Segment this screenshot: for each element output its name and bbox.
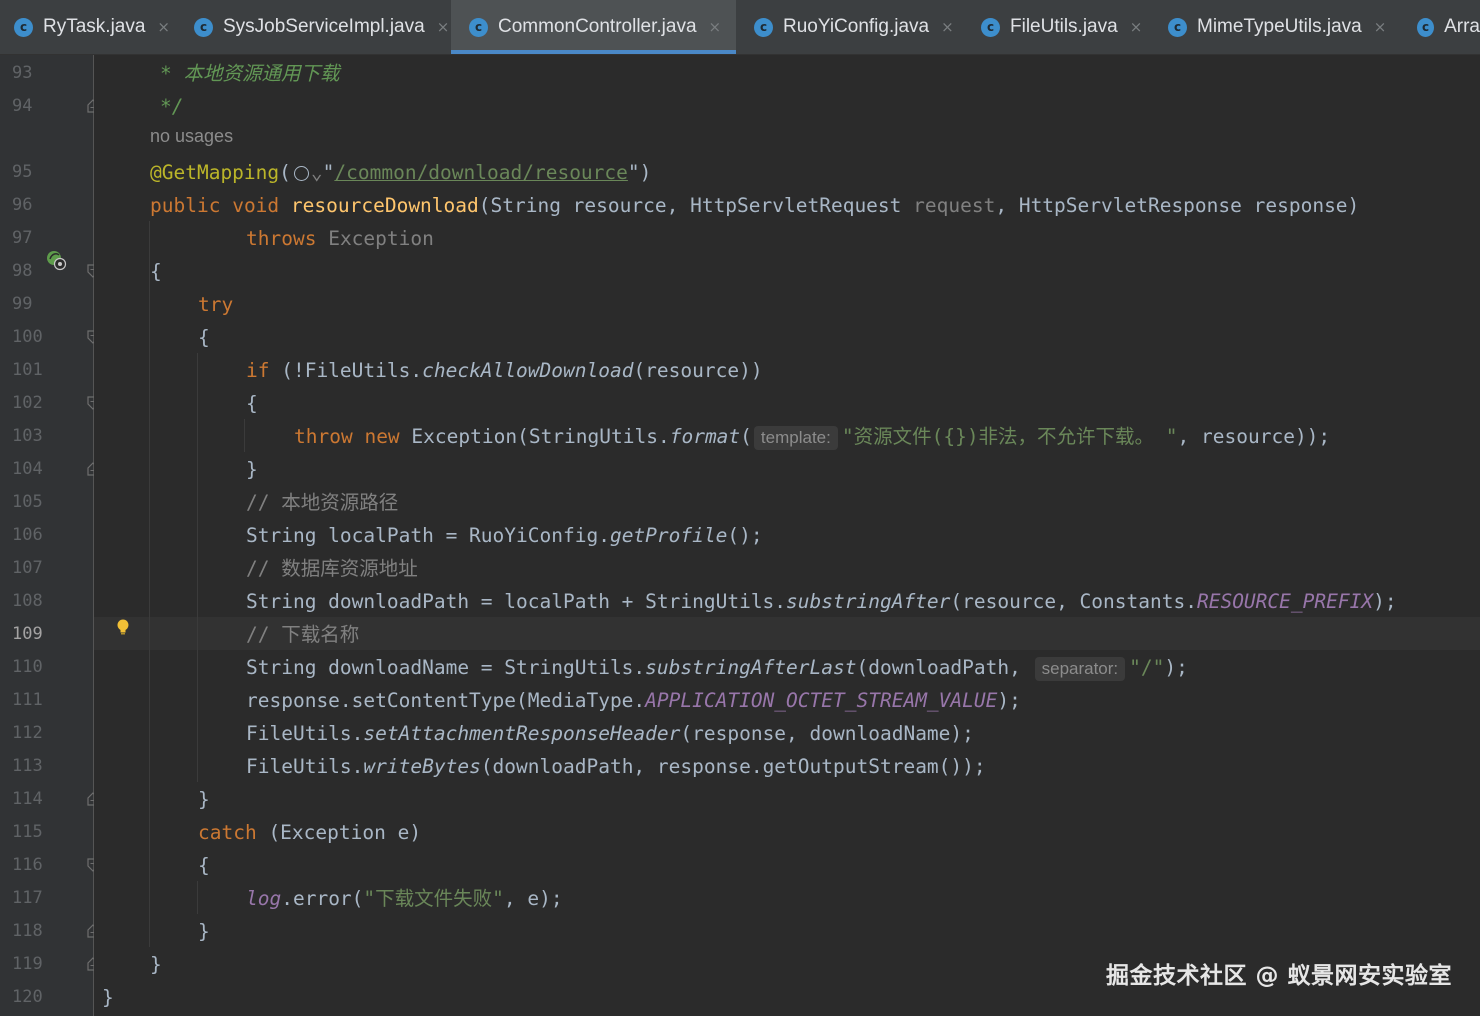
code-line: // 数据库资源地址: [246, 557, 418, 580]
tab-label: RyTask.java: [43, 16, 146, 37]
java-class-icon: c: [1168, 17, 1187, 37]
code-line: {: [198, 326, 210, 349]
tab-label: RuoYiConfig.java: [783, 16, 930, 37]
indent-guide: [197, 881, 198, 914]
line-number: 112: [12, 723, 43, 743]
code-line: }: [246, 458, 258, 481]
tab-label: SysJobServiceImpl.java: [223, 16, 425, 37]
close-icon[interactable]: ×: [941, 18, 954, 36]
java-class-icon: c: [469, 17, 488, 37]
java-class-icon: c: [14, 17, 33, 37]
code-line: }: [198, 788, 210, 811]
line-number: 113: [12, 756, 43, 776]
code-line: throws Exception: [246, 227, 434, 250]
code-line: try: [198, 293, 234, 316]
java-class-icon: c: [194, 17, 213, 37]
line-number: 107: [12, 558, 43, 578]
code-line: response.setContentType(MediaType.APPLIC…: [246, 689, 1021, 712]
usages-hint[interactable]: no usages: [150, 126, 233, 147]
line-number: 111: [12, 690, 43, 710]
line-number: 105: [12, 492, 43, 512]
code-line: String localPath = RuoYiConfig.getProfil…: [246, 524, 763, 547]
line-number: 100: [12, 327, 43, 347]
code-line: {: [150, 260, 162, 283]
line-number: 119: [12, 954, 43, 974]
code-line: String downloadName = StringUtils.substr…: [246, 656, 1188, 681]
java-class-icon: c: [1417, 17, 1435, 37]
watermark: 掘金技术社区 @ 蚁景网安实验室: [1105, 963, 1452, 989]
tab-sysjobserviceimpl[interactable]: c SysJobServiceImpl.java ×: [180, 0, 460, 54]
code-line: FileUtils.setAttachmentResponseHeader(re…: [246, 722, 974, 745]
tab-label: MimeTypeUtils.java: [1197, 16, 1362, 37]
code-line: catch (Exception e): [198, 821, 422, 844]
tab-rytask[interactable]: c RyTask.java ×: [0, 0, 190, 54]
code-line: String downloadPath = localPath + String…: [246, 590, 1397, 613]
line-number: 102: [12, 393, 43, 413]
code-line: }: [198, 920, 210, 943]
close-icon[interactable]: ×: [157, 18, 170, 36]
tab-ruoyiconfig[interactable]: c RuoYiConfig.java ×: [754, 0, 964, 54]
code-line-current: // 下载名称: [246, 623, 360, 646]
code-line: // 本地资源路径: [246, 491, 399, 514]
mapping-url-link[interactable]: /common/download/resource: [334, 161, 628, 184]
code-line: {: [198, 854, 210, 877]
java-class-icon: c: [981, 17, 1000, 37]
line-number: 97: [12, 228, 33, 248]
code-line: }: [102, 986, 114, 1009]
parameter-hint: separator:: [1034, 657, 1126, 681]
tab-arra[interactable]: c Arra: [1417, 0, 1480, 54]
line-number: 106: [12, 525, 43, 545]
close-icon[interactable]: ×: [437, 18, 450, 36]
spring-endpoint-icon[interactable]: [45, 249, 67, 271]
tab-mimetypeutils[interactable]: c MimeTypeUtils.java ×: [1168, 0, 1398, 54]
line-number: 95: [12, 162, 33, 182]
line-number: 98: [12, 261, 33, 281]
code-line: throw new Exception(StringUtils.format(t…: [294, 425, 1331, 450]
tab-label: CommonController.java: [498, 16, 697, 37]
line-number: 117: [12, 888, 43, 908]
code-line: log.error("下载文件失败", e);: [246, 887, 563, 910]
line-number: 118: [12, 921, 43, 941]
lightbulb-icon[interactable]: [116, 619, 130, 635]
code-line: */: [160, 95, 184, 118]
code-line: * 本地资源通用下载: [160, 62, 340, 85]
line-number: 115: [12, 822, 43, 842]
globe-icon[interactable]: [293, 166, 309, 181]
line-number: 104: [12, 459, 43, 479]
tab-label: Arra: [1444, 16, 1480, 37]
line-number: 94: [12, 96, 33, 116]
line-number-gutter[interactable]: 93 94 95 96 97 98 99 100 101 102 103 104…: [0, 55, 99, 1016]
parameter-hint: template:: [753, 426, 838, 450]
code-line: }: [150, 953, 162, 976]
line-number: 101: [12, 360, 43, 380]
close-icon[interactable]: ×: [709, 18, 722, 36]
code-line: public void resourceDownload(String reso…: [150, 194, 1360, 217]
line-number: 103: [12, 426, 43, 446]
line-number: 110: [12, 657, 43, 677]
tab-label: FileUtils.java: [1010, 16, 1118, 37]
code-line: @GetMapping(⌄"/common/download/resource"…: [150, 161, 652, 184]
line-number: 93: [12, 63, 33, 83]
close-icon[interactable]: ×: [1374, 18, 1387, 36]
tab-commoncontroller[interactable]: c CommonController.java ×: [451, 0, 736, 54]
code-editor[interactable]: * 本地资源通用下载 */ no usages @GetMapping(⌄"/c…: [94, 55, 1480, 1016]
line-number: 96: [12, 195, 33, 215]
editor-tab-bar: c RyTask.java × c SysJobServiceImpl.java…: [0, 0, 1480, 55]
indent-guide: [197, 353, 198, 782]
indent-guide: [244, 419, 245, 452]
line-number: 114: [12, 789, 43, 809]
code-line: if (!FileUtils.checkAllowDownload(resour…: [246, 359, 763, 382]
tab-fileutils[interactable]: c FileUtils.java ×: [981, 0, 1151, 54]
close-icon[interactable]: ×: [1130, 18, 1143, 36]
java-class-icon: c: [754, 17, 773, 37]
line-number: 116: [12, 855, 43, 875]
line-number: 99: [12, 294, 33, 314]
line-number: 120: [12, 987, 43, 1007]
line-number: 108: [12, 591, 43, 611]
code-line: {: [246, 392, 258, 415]
current-line-number: 109: [12, 624, 43, 644]
code-line: FileUtils.writeBytes(downloadPath, respo…: [246, 755, 986, 778]
indent-guide: [149, 221, 150, 947]
